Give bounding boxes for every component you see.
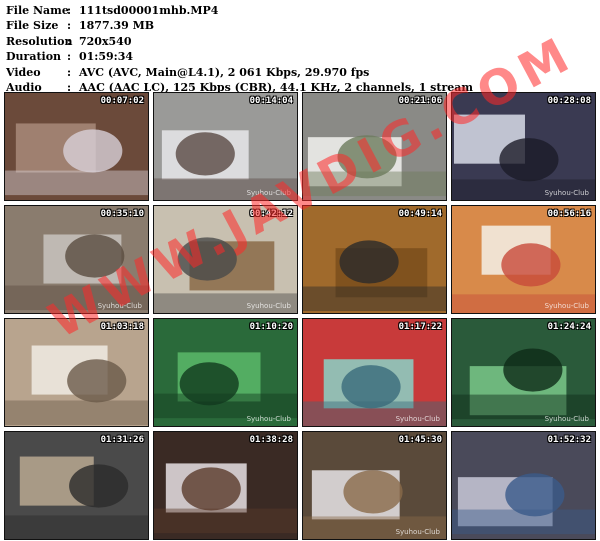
thumbnail-frame (5, 123, 148, 196)
thumbnail-frame (452, 348, 595, 420)
video-thumbnail[interactable]: 01:03:18 (4, 318, 149, 427)
info-value: 01:59:34 (79, 50, 134, 64)
info-value: AVC (AVC, Main@L4.1), 2 061 Kbps, 29.970… (79, 65, 370, 79)
video-thumbnail[interactable]: 01:10:20 Syuhou-Club (153, 318, 298, 427)
video-thumbnail[interactable]: 01:38:28 (153, 431, 298, 540)
thumbnail-timestamp: 01:24:24 (547, 322, 591, 332)
info-key: File Size (6, 19, 59, 33)
video-thumbnail[interactable]: 01:17:22 Syuhou-Club (302, 318, 447, 427)
thumbnail-timestamp: 00:49:14 (398, 209, 442, 219)
video-thumbnail[interactable]: 01:24:24 Syuhou-Club (451, 318, 596, 427)
thumbnail-timestamp: 01:31:26 (100, 435, 144, 445)
thumbnail-brand: Syuhou-Club (395, 415, 440, 423)
thumbnail-frame (154, 130, 297, 200)
thumbnail-timestamp: 00:28:08 (547, 96, 591, 106)
info-value: 1877.39 MB (79, 19, 155, 33)
thumbnail-frame (303, 359, 446, 426)
thumbnail-frame (452, 473, 595, 535)
info-separator: : (67, 50, 72, 64)
video-thumbnail[interactable]: 00:28:08 Syuhou-Club (451, 92, 596, 201)
info-row: File Size:1877.39 MB (6, 18, 473, 33)
thumbnail-frame (452, 114, 595, 200)
info-key: Resolution (6, 34, 73, 48)
info-separator: : (67, 34, 72, 48)
thumbnail-frame (303, 240, 446, 312)
thumbnail-timestamp: 00:07:02 (100, 96, 144, 106)
info-key: Duration (6, 50, 62, 64)
thumbnail-frame (5, 345, 148, 426)
info-separator: : (67, 4, 72, 17)
video-thumbnail[interactable]: 01:45:30 Syuhou-Club (302, 431, 447, 540)
thumbnail-frame (303, 135, 446, 197)
info-separator: : (67, 65, 72, 79)
thumbnail-brand: Syuhou-Club (97, 302, 142, 310)
thumbnail-timestamp: 01:10:20 (249, 322, 293, 332)
thumbnail-timestamp: 01:38:28 (249, 435, 293, 445)
video-thumbnail[interactable]: 00:14:04 Syuhou-Club (153, 92, 298, 201)
thumbnail-frame (452, 225, 595, 313)
thumbnail-frame (303, 470, 446, 539)
video-thumbnail[interactable]: 01:31:26 (4, 431, 149, 540)
info-row: Duration:01:59:34 (6, 49, 473, 64)
info-value: 111tsd00001mhb.MP4 (79, 4, 219, 17)
thumbnail-brand: Syuhou-Club (246, 189, 291, 197)
thumbnail-timestamp: 00:56:16 (547, 209, 591, 219)
thumbnail-brand: Syuhou-Club (544, 189, 589, 197)
video-thumbnail[interactable]: 00:42:12 Syuhou-Club (153, 205, 298, 314)
thumbnail-timestamp: 01:03:18 (100, 322, 144, 332)
thumbnail-timestamp: 00:42:12 (249, 209, 293, 219)
info-row: File Name:111tsd00001mhb.MP4 (6, 3, 473, 18)
thumbnail-frame (154, 237, 297, 313)
thumbnail-timestamp: 00:21:06 (398, 96, 442, 106)
file-info-panel: File Name:111tsd00001mhb.MP4 File Size:18… (6, 3, 473, 95)
info-value: 720x540 (79, 34, 132, 48)
info-row: Resolution:720x540 (6, 34, 473, 49)
info-separator: : (67, 19, 72, 33)
thumbnail-brand: Syuhou-Club (395, 528, 440, 536)
thumbnail-timestamp: 01:52:32 (547, 435, 591, 445)
video-thumbnail[interactable]: 01:52:32 (451, 431, 596, 540)
video-thumbnail[interactable]: 00:35:10 Syuhou-Club (4, 205, 149, 314)
thumbnail-brand: Syuhou-Club (246, 302, 291, 310)
info-row: Video: AVC (AVC, Main@L4.1), 2 061 Kbps, … (6, 65, 473, 80)
thumbnail-timestamp: 01:17:22 (398, 322, 442, 332)
thumbnail-brand: Syuhou-Club (544, 302, 589, 310)
thumbnail-brand: Syuhou-Club (544, 415, 589, 423)
thumbnail-timestamp: 00:14:04 (249, 96, 293, 106)
thumbnail-frame (154, 463, 297, 534)
thumbnail-frame (5, 234, 148, 311)
video-thumbnail[interactable]: 00:07:02 (4, 92, 149, 201)
info-key: File Name (6, 4, 69, 17)
video-thumbnail[interactable]: 00:56:16 Syuhou-Club (451, 205, 596, 314)
thumbnail-frame (154, 352, 297, 419)
thumbnail-brand: Syuhou-Club (246, 415, 291, 423)
info-key: Video (6, 65, 41, 79)
video-thumbnail[interactable]: 00:21:06 (302, 92, 447, 201)
thumbnail-timestamp: 01:45:30 (398, 435, 442, 445)
thumbnail-frame (5, 456, 148, 539)
thumbnail-grid: 00:07:02 00:14:04 Syuhou-Club 00:21:06 00:28… (4, 92, 597, 540)
thumbnail-timestamp: 00:35:10 (100, 209, 144, 219)
video-thumbnail[interactable]: 00:49:14 (302, 205, 447, 314)
